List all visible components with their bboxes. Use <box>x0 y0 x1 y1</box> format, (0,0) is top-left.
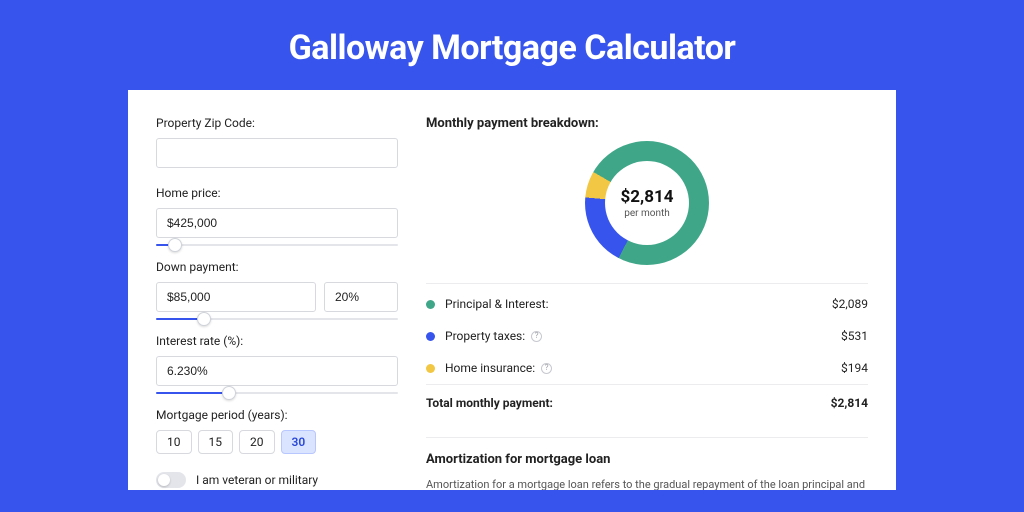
down-amount-input[interactable] <box>156 282 316 312</box>
zip-label: Property Zip Code: <box>156 116 398 130</box>
total-value: $2,814 <box>831 396 868 410</box>
price-label: Home price: <box>156 186 398 200</box>
down-label: Down payment: <box>156 260 398 274</box>
donut-chart: $2,814 per month <box>426 141 868 265</box>
price-slider-thumb[interactable] <box>168 238 182 252</box>
period-options: 10152030 <box>156 430 398 454</box>
donut-center: $2,814 per month <box>605 161 689 245</box>
donut-amount: $2,814 <box>621 187 674 207</box>
breakdown-title: Monthly payment breakdown: <box>426 116 868 131</box>
amortization-text: Amortization for a mortgage loan refers … <box>426 477 868 490</box>
legend-label: Principal & Interest: <box>445 297 832 311</box>
period-option-20[interactable]: 20 <box>239 430 275 454</box>
rate-field: Interest rate (%): <box>156 334 398 402</box>
legend-dot <box>426 364 435 373</box>
legend-row-taxes: Property taxes:?$531 <box>426 320 868 352</box>
period-field: Mortgage period (years): 10152030 <box>156 408 398 454</box>
legend-dot <box>426 300 435 309</box>
rate-slider[interactable] <box>156 384 398 402</box>
legend-value: $2,089 <box>832 297 868 311</box>
down-slider[interactable] <box>156 310 398 328</box>
period-label: Mortgage period (years): <box>156 408 398 422</box>
amortization-section: Amortization for mortgage loan Amortizat… <box>426 437 868 490</box>
veteran-row: I am veteran or military <box>156 472 398 488</box>
form-panel: Property Zip Code: Home price: Down paym… <box>156 116 398 490</box>
period-option-10[interactable]: 10 <box>156 430 192 454</box>
rate-input[interactable] <box>156 356 398 386</box>
legend-row-principal: Principal & Interest:$2,089 <box>426 288 868 320</box>
donut-sub: per month <box>624 208 670 219</box>
price-input[interactable] <box>156 208 398 238</box>
legend-label: Property taxes:? <box>445 329 841 343</box>
info-icon[interactable]: ? <box>531 331 542 342</box>
total-label: Total monthly payment: <box>426 396 831 410</box>
amortization-title: Amortization for mortgage loan <box>426 452 868 467</box>
price-slider[interactable] <box>156 236 398 254</box>
legend-label: Home insurance:? <box>445 361 841 375</box>
rate-slider-thumb[interactable] <box>222 386 236 400</box>
zip-input[interactable] <box>156 138 398 168</box>
legend-value: $194 <box>841 361 868 375</box>
period-option-30[interactable]: 30 <box>281 430 317 454</box>
legend: Principal & Interest:$2,089Property taxe… <box>426 288 868 419</box>
legend-row-insurance: Home insurance:?$194 <box>426 352 868 384</box>
legend-value: $531 <box>841 329 868 343</box>
breakdown-panel: Monthly payment breakdown: $2,814 per mo… <box>426 116 868 490</box>
rate-label: Interest rate (%): <box>156 334 398 348</box>
down-slider-thumb[interactable] <box>197 312 211 326</box>
zip-field: Property Zip Code: <box>156 116 398 168</box>
card-outer: Property Zip Code: Home price: Down paym… <box>128 90 896 490</box>
period-option-15[interactable]: 15 <box>198 430 234 454</box>
info-icon[interactable]: ? <box>541 363 552 374</box>
veteran-label: I am veteran or military <box>196 473 318 487</box>
legend-dot <box>426 332 435 341</box>
calculator-card: Property Zip Code: Home price: Down paym… <box>128 90 896 490</box>
legend-row-total: Total monthly payment:$2,814 <box>426 384 868 419</box>
down-field: Down payment: <box>156 260 398 328</box>
veteran-toggle[interactable] <box>156 472 186 488</box>
price-field: Home price: <box>156 186 398 254</box>
page-title: Galloway Mortgage Calculator <box>0 0 1024 90</box>
down-percent-input[interactable] <box>324 282 398 312</box>
